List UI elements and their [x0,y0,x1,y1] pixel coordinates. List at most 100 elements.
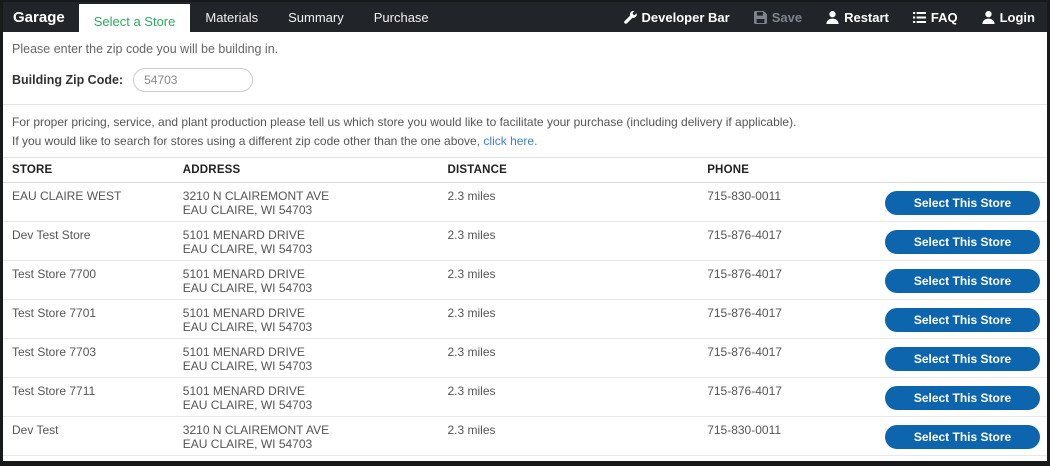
store-table-row: Dev Test 3210 N CLAIREMONT AVE EAU CLAIR… [3,417,1047,456]
select-this-store-button[interactable]: Select This Store [885,230,1040,254]
store-address-cell: 5101 MENARD DRIVE EAU CLAIRE, WI 54703 [183,300,448,339]
store-phone-cell: 715-876-4017 [707,222,885,261]
store-address-cell: 5101 MENARD DRIVE EAU CLAIRE, WI 54703 [183,339,448,378]
tab-select-a-store[interactable]: Select a Store [79,4,191,38]
store-table-row: Test Store 7703 5101 MENARD DRIVE EAU CL… [3,339,1047,378]
tab-summary[interactable]: Summary [273,2,359,32]
column-header-phone: PHONE [707,158,885,183]
developer-bar-label: Developer Bar [642,10,730,25]
restart-button[interactable]: Restart [826,10,889,25]
store-table-row: Dev Test Store 5101 MENARD DRIVE EAU CLA… [3,222,1047,261]
address-line-2: EAU CLAIRE, WI 54703 [183,359,448,373]
select-this-store-button[interactable]: Select This Store [885,425,1040,449]
store-name-cell: Dev Test Store [3,222,183,261]
store-name-cell: Dev Test [3,417,183,456]
save-button[interactable]: Save [754,10,802,25]
column-header-action [885,158,1047,183]
address-line-1: 5101 MENARD DRIVE [183,267,448,281]
building-zip-code-input[interactable] [133,68,253,92]
address-line-1: 5101 MENARD DRIVE [183,228,448,242]
store-table-header: STORE ADDRESS DISTANCE PHONE [3,158,1047,183]
tab-materials[interactable]: Materials [190,2,273,32]
store-distance-cell: 2.3 miles [448,300,708,339]
store-distance-cell: 2.3 miles [448,378,708,417]
store-address-cell: 3210 N CLAIREMONT AVE EAU CLAIRE, WI 547… [183,183,448,222]
nav-tabs: Select a Store Materials Summary Purchas… [79,2,444,32]
store-name-cell: Test Store 7703 [3,339,183,378]
top-navbar: Garage Select a Store Materials Summary … [3,2,1047,32]
store-address-cell: 3210 N CLAIREMONT AVE EAU CLAIRE, WI 547… [183,417,448,456]
store-action-cell: Select This Store [885,222,1047,261]
store-table-row: EAU CLAIRE WEST 3210 N CLAIREMONT AVE EA… [3,183,1047,222]
zip-input-row: Building Zip Code: [12,68,1047,92]
store-action-cell: Select This Store [885,456,1047,466]
wrench-icon [624,11,637,24]
address-line-1: 5101 MENARD DRIVE [183,384,448,398]
zip-code-section: Please enter the zip code you will be bu… [3,32,1047,92]
address-line-1: 5101 MENARD DRIVE [183,345,448,359]
store-distance-cell: 2.3 miles [448,261,708,300]
restart-label: Restart [844,10,889,25]
address-line-1: 5101 MENARD DRIVE [183,306,448,320]
store-action-cell: Select This Store [885,378,1047,417]
store-action-cell: Select This Store [885,261,1047,300]
store-address-cell: 5101 MENARD DRIVE EAU CLAIRE, WI 54703 [183,456,448,466]
store-phone-cell: 715-876-4017 [707,261,885,300]
faq-button[interactable]: FAQ [913,10,958,25]
store-phone-cell: 715-876-4017 [707,339,885,378]
store-distance-cell: 2.3 miles [448,456,708,466]
store-table-row: Test Store 7804 5101 MENARD DRIVE EAU CL… [3,456,1047,466]
app-window: Garage Select a Store Materials Summary … [0,0,1050,466]
store-name-cell: Test Store 7711 [3,378,183,417]
save-label: Save [772,10,802,25]
store-intro-section: For proper pricing, service, and plant p… [3,105,1047,149]
store-action-cell: Select This Store [885,417,1047,456]
store-phone-cell: 715-876-4017 [707,456,885,466]
store-phone-cell: 715-830-0011 [707,417,885,456]
select-this-store-button[interactable]: Select This Store [885,191,1040,215]
store-name-cell: Test Store 7804 [3,456,183,466]
store-address-cell: 5101 MENARD DRIVE EAU CLAIRE, WI 54703 [183,222,448,261]
zip-instruction-text: Please enter the zip code you will be bu… [12,42,1047,56]
user-icon [826,11,839,24]
address-line-2: EAU CLAIRE, WI 54703 [183,437,448,451]
tab-purchase[interactable]: Purchase [359,2,444,32]
save-icon [754,11,767,24]
navbar-spacer [444,2,624,32]
store-table-row: Test Store 7701 5101 MENARD DRIVE EAU CL… [3,300,1047,339]
select-this-store-button[interactable]: Select This Store [885,269,1040,293]
store-phone-cell: 715-876-4017 [707,378,885,417]
store-name-cell: Test Store 7701 [3,300,183,339]
store-action-cell: Select This Store [885,183,1047,222]
login-button[interactable]: Login [982,10,1035,25]
column-header-store: STORE [3,158,183,183]
store-phone-cell: 715-876-4017 [707,300,885,339]
select-this-store-button[interactable]: Select This Store [885,386,1040,410]
navbar-actions: Developer Bar Save Restart FAQ [624,2,1047,32]
login-label: Login [1000,10,1035,25]
store-address-cell: 5101 MENARD DRIVE EAU CLAIRE, WI 54703 [183,378,448,417]
column-header-distance: DISTANCE [448,158,708,183]
store-intro-line2: If you would like to search for stores u… [12,133,1047,149]
store-address-cell: 5101 MENARD DRIVE EAU CLAIRE, WI 54703 [183,261,448,300]
store-distance-cell: 2.3 miles [448,183,708,222]
store-table-row: Test Store 7711 5101 MENARD DRIVE EAU CL… [3,378,1047,417]
address-line-1: 3210 N CLAIREMONT AVE [183,423,448,437]
store-distance-cell: 2.3 miles [448,222,708,261]
address-line-1: 5101 MENARD DRIVE [183,462,448,466]
store-name-cell: Test Store 7700 [3,261,183,300]
click-here-link[interactable]: click here. [483,134,537,148]
store-distance-cell: 2.3 miles [448,417,708,456]
address-line-2: EAU CLAIRE, WI 54703 [183,242,448,256]
faq-label: FAQ [931,10,958,25]
store-intro-line1: For proper pricing, service, and plant p… [12,114,1047,130]
address-line-2: EAU CLAIRE, WI 54703 [183,320,448,334]
address-line-2: EAU CLAIRE, WI 54703 [183,398,448,412]
developer-bar-button[interactable]: Developer Bar [624,10,730,25]
store-action-cell: Select This Store [885,339,1047,378]
list-icon [913,11,926,24]
brand-title: Garage [3,2,79,32]
select-this-store-button[interactable]: Select This Store [885,308,1040,332]
select-this-store-button[interactable]: Select This Store [885,347,1040,371]
store-action-cell: Select This Store [885,300,1047,339]
